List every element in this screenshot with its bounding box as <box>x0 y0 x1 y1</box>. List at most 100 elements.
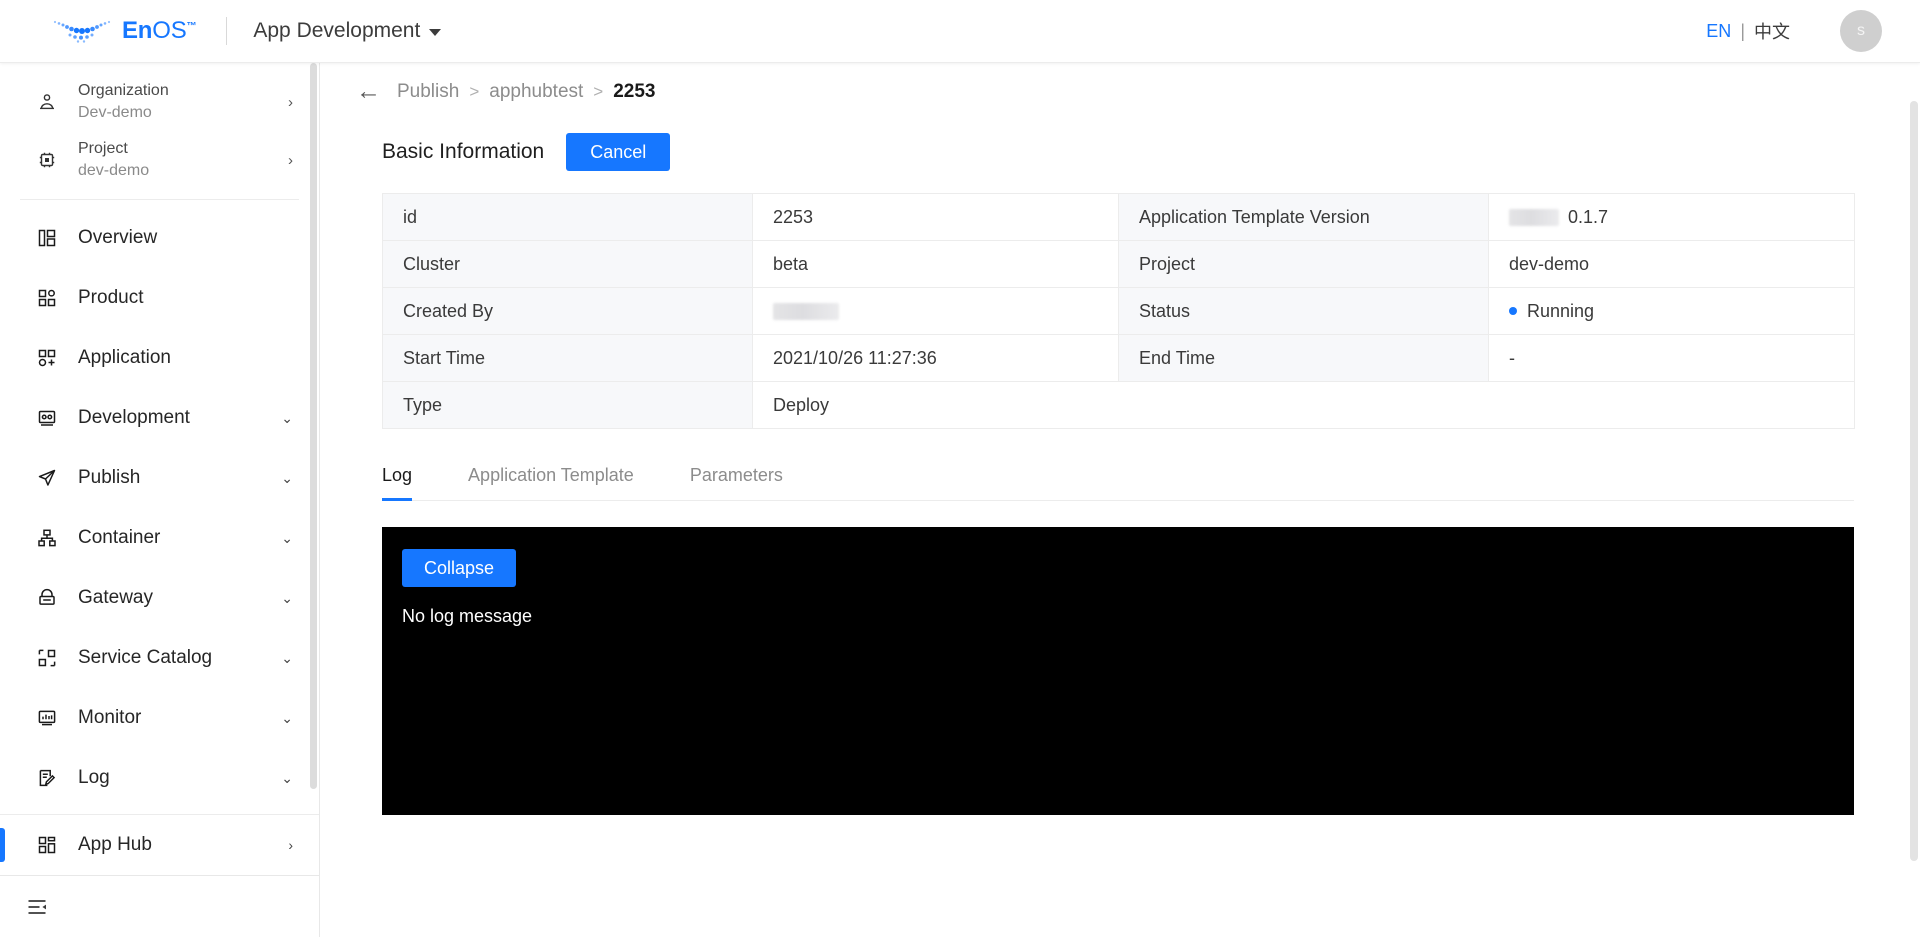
app-switcher-label: App Development <box>253 19 421 42</box>
container-icon <box>34 528 60 548</box>
cell-key-id: id <box>382 193 753 241</box>
sidebar-item-overview[interactable]: Overview <box>0 208 319 268</box>
service-catalog-icon <box>34 648 60 668</box>
table-row: Type Deploy <box>382 381 1855 429</box>
sidebar-item-publish[interactable]: Publish ⌄ <box>0 448 319 508</box>
sidebar-item-development[interactable]: Development ⌄ <box>0 388 319 448</box>
page-scrollbar[interactable] <box>1910 63 1918 937</box>
tab-application-template[interactable]: Application Template <box>468 465 634 500</box>
table-row: id 2253 Application Template Version 0.1… <box>382 193 1855 241</box>
cell-key-cluster: Cluster <box>382 240 753 288</box>
overview-icon <box>34 228 60 248</box>
publish-icon <box>34 468 60 488</box>
sidebar-project-value: dev-demo <box>78 162 150 179</box>
cell-value-created-by <box>752 287 1119 335</box>
enos-swoosh-icon <box>53 20 111 43</box>
gateway-icon <box>34 588 60 608</box>
sidebar-label-publish: Publish <box>78 467 141 488</box>
development-icon <box>34 408 60 428</box>
lang-en-option[interactable]: EN <box>1706 21 1731 42</box>
organization-icon <box>34 92 60 112</box>
sidebar-label-log: Log <box>78 767 110 788</box>
log-console: Collapse No log message <box>382 527 1854 815</box>
chevron-down-icon: ⌄ <box>281 590 293 606</box>
cell-value-project: dev-demo <box>1488 240 1855 288</box>
detail-tabs: Log Application Template Parameters <box>382 465 1854 501</box>
sidebar-item-log[interactable]: Log ⌄ <box>0 748 319 808</box>
sidebar-item-gateway[interactable]: Gateway ⌄ <box>0 568 319 628</box>
application-template-version-value: 0.1.7 <box>1568 206 1609 227</box>
cell-key-application-template-version: Application Template Version <box>1118 193 1489 241</box>
application-icon <box>34 348 60 368</box>
sidebar-context-block: Organization Dev-demo › Project dev-demo <box>0 63 319 195</box>
cell-key-project: Project <box>1118 240 1489 288</box>
sidebar-label-monitor: Monitor <box>78 707 142 728</box>
monitor-icon <box>34 708 60 728</box>
sidebar-item-container[interactable]: Container ⌄ <box>0 508 319 568</box>
sidebar-label-product: Product <box>78 287 144 308</box>
lang-zh-option[interactable]: 中文 <box>1754 18 1790 44</box>
tab-parameters[interactable]: Parameters <box>690 465 783 500</box>
breadcrumb-separator: > <box>593 82 604 101</box>
brand-trademark: ™ <box>186 21 197 32</box>
sidebar-item-app-hub[interactable]: App Hub › <box>0 815 319 875</box>
sidebar-collapse-icon[interactable] <box>26 896 48 918</box>
sidebar-nav-list: Overview Product Application Development… <box>0 200 319 875</box>
app-hub-icon <box>34 835 60 855</box>
sidebar-item-application[interactable]: Application <box>0 328 319 388</box>
cell-value-cluster: beta <box>752 240 1119 288</box>
top-header: EnOS™ App Development EN | 中文 s <box>0 0 1920 63</box>
basic-information-table: id 2253 Application Template Version 0.1… <box>382 193 1855 429</box>
cell-key-status: Status <box>1118 287 1489 335</box>
sidebar-item-service-catalog[interactable]: Service Catalog ⌄ <box>0 628 319 688</box>
back-arrow-icon[interactable]: ← <box>356 78 381 104</box>
cell-key-created-by: Created By <box>382 287 753 335</box>
cancel-button[interactable]: Cancel <box>566 133 671 171</box>
collapse-button[interactable]: Collapse <box>402 549 517 587</box>
page-title: Basic Information <box>382 140 545 163</box>
sidebar-label-app-hub: App Hub <box>78 834 152 855</box>
brand-os: OS <box>152 17 187 44</box>
avatar-initial: s <box>1857 22 1865 39</box>
chevron-down-icon: ⌄ <box>281 650 293 666</box>
table-row: Start Time 2021/10/26 11:27:36 End Time … <box>382 334 1855 382</box>
header-divider <box>226 17 228 45</box>
sidebar-organization-labels: Organization Dev-demo <box>78 82 169 121</box>
sidebar-item-product[interactable]: Product <box>0 268 319 328</box>
tab-log[interactable]: Log <box>382 465 413 501</box>
sidebar-scrollbar-thumb[interactable] <box>310 63 317 789</box>
page-scrollbar-thumb[interactable] <box>1910 101 1918 861</box>
chevron-down-icon <box>429 29 442 36</box>
sidebar-label-application: Application <box>78 347 171 368</box>
product-icon <box>34 288 60 308</box>
breadcrumb: Publish > apphubtest > 2253 <box>397 81 656 103</box>
chevron-right-icon: › <box>288 837 293 853</box>
app-switcher[interactable]: App Development <box>253 19 442 43</box>
sidebar: Organization Dev-demo › Project dev-demo <box>0 63 320 937</box>
sidebar-item-project[interactable]: Project dev-demo › <box>0 131 319 189</box>
redacted-block <box>773 303 839 321</box>
chevron-down-icon: ⌄ <box>281 470 293 486</box>
sidebar-item-organization[interactable]: Organization Dev-demo › <box>0 73 319 131</box>
breadcrumb-row: ← Publish > apphubtest > 2253 <box>320 63 1920 121</box>
cell-value-application-template-version: 0.1.7 <box>1488 193 1855 241</box>
table-row: Created By Status Running <box>382 287 1855 335</box>
sidebar-project-labels: Project dev-demo <box>78 140 149 179</box>
sidebar-project-title: Project <box>78 140 128 158</box>
breadcrumb-item-publish[interactable]: Publish <box>397 81 459 103</box>
sidebar-item-monitor[interactable]: Monitor ⌄ <box>0 688 319 748</box>
chevron-down-icon: ⌄ <box>281 410 293 426</box>
brand-logo[interactable]: EnOS™ <box>50 17 197 45</box>
sidebar-label-service-catalog: Service Catalog <box>78 647 213 668</box>
sidebar-scroll-area: Organization Dev-demo › Project dev-demo <box>0 63 319 875</box>
sidebar-scrollbar[interactable] <box>310 63 317 875</box>
brand-wordmark: EnOS™ <box>122 17 197 45</box>
status-dot-icon <box>1509 306 1517 315</box>
breadcrumb-item-apphubtest[interactable]: apphubtest <box>489 81 583 103</box>
redacted-block <box>1509 209 1559 227</box>
breadcrumb-separator: > <box>469 82 480 101</box>
avatar[interactable]: s <box>1840 10 1882 52</box>
cell-value-start-time: 2021/10/26 11:27:36 <box>752 334 1119 382</box>
cell-value-status: Running <box>1488 287 1855 335</box>
language-switcher[interactable]: EN | 中文 <box>1706 18 1790 44</box>
